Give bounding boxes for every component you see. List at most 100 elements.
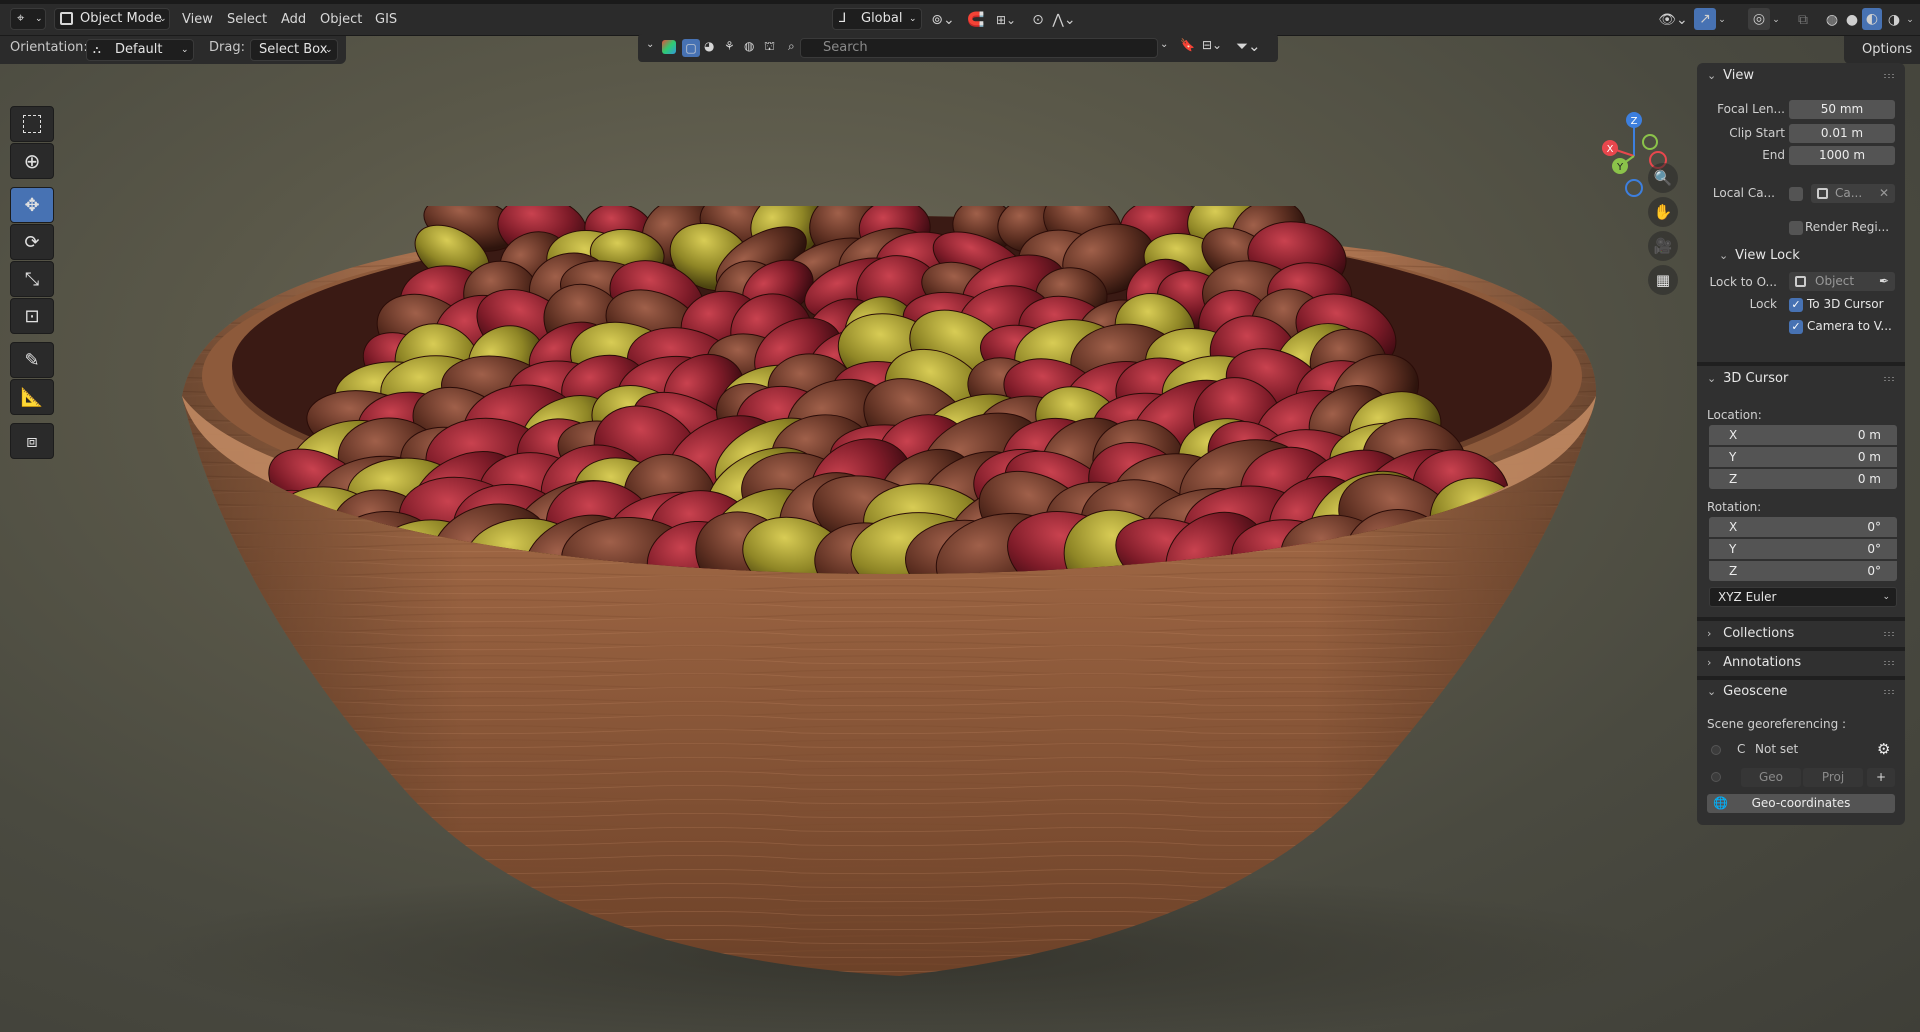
scale-tool[interactable]: ⤡ [10, 261, 54, 297]
snap-target-icon[interactable]: ⊞⌄ [988, 9, 1024, 31]
drag-grip-icon[interactable] [1883, 660, 1895, 666]
cursor-icon: ⊕ [23, 149, 41, 173]
plus-icon: + [1875, 770, 1887, 784]
rendered-shading-icon[interactable]: ◑ [1884, 9, 1904, 31]
location-x-field[interactable]: X 0 m [1709, 425, 1897, 445]
rotation-y-field[interactable]: Y 0° [1709, 539, 1897, 559]
wireframe-shading-icon[interactable]: ◍ [1822, 9, 1842, 31]
collections-panel-header[interactable]: › Collections [1697, 621, 1905, 647]
proj-button[interactable]: Proj [1803, 768, 1863, 787]
rotation-z-field[interactable]: Z 0° [1709, 561, 1897, 581]
camera-to-view-checkbox[interactable]: ✓ [1789, 320, 1803, 334]
solid-shading-icon[interactable]: ● [1842, 9, 1862, 31]
chevron-down-icon[interactable]: ⌄ [1904, 9, 1916, 31]
menu-object[interactable]: Object [316, 9, 366, 31]
geo-coordinates-button[interactable]: 🌐 Geo-coordinates [1707, 794, 1895, 813]
chevron-down-icon[interactable]: ⌄ [646, 39, 654, 50]
object-icon [1795, 276, 1806, 287]
crs-radio[interactable] [1711, 745, 1721, 755]
pivot-point-icon[interactable]: ⊚⌄ [928, 9, 958, 31]
snap-icon[interactable]: 🧲 [964, 9, 988, 31]
axis-value: 0 m [1857, 428, 1881, 442]
menu-view[interactable]: View [178, 9, 217, 31]
drag-grip-icon[interactable] [1883, 376, 1895, 382]
drag-grip-icon[interactable] [1883, 73, 1895, 79]
focal-length-field[interactable]: 50 mm [1789, 100, 1895, 119]
chevron-down-icon: ⌄ [35, 14, 43, 24]
options-button[interactable]: Options [1844, 36, 1920, 64]
geo-radio[interactable] [1711, 772, 1721, 782]
select-box-tool[interactable] [10, 106, 54, 142]
add-cube-tool[interactable]: ⧈ [10, 423, 54, 459]
brush-filter-icon[interactable]: ⚘ [724, 39, 735, 53]
material-preview-icon[interactable]: ◐ [1862, 8, 1882, 30]
layout-icon[interactable]: ⊟⌄ [1202, 38, 1222, 52]
gear-icon[interactable]: ⚙ [1877, 740, 1890, 758]
proportional-editing-icon[interactable]: ⊙ [1028, 9, 1048, 31]
pan-button[interactable]: ✋ [1648, 197, 1678, 227]
menu-add[interactable]: Add [277, 9, 310, 31]
rotation-x-field[interactable]: X 0° [1709, 517, 1897, 537]
location-z-field[interactable]: Z 0 m [1709, 469, 1897, 489]
camera-to-view-label: Camera to V... [1807, 319, 1892, 333]
chevron-down-icon[interactable]: ⌄ [1160, 39, 1168, 50]
menu-gis[interactable]: GIS [371, 9, 401, 31]
clear-x-icon[interactable]: ✕ [1879, 184, 1889, 203]
cursor-panel-header[interactable]: ⌄ 3D Cursor [1697, 366, 1905, 392]
perspective-toggle-button[interactable]: ▦ [1648, 265, 1678, 295]
add-crs-button[interactable]: + [1867, 768, 1895, 787]
local-camera-field[interactable]: Ca... ✕ [1811, 184, 1895, 203]
scene-filter-icon[interactable]: ⛫ [764, 39, 775, 55]
move-tool[interactable]: ✥ [10, 187, 54, 223]
object-filter-icon[interactable]: ▢ [682, 39, 700, 57]
render-region-label: Render Regi... [1805, 220, 1890, 234]
eyedropper-icon[interactable]: ✒ [1879, 272, 1889, 291]
transform-tool[interactable]: ⊡ [10, 298, 54, 334]
drag-grip-icon[interactable] [1883, 689, 1895, 695]
bookmark-icon[interactable]: 🔖 [1180, 38, 1195, 52]
color-cube-icon[interactable] [662, 40, 676, 54]
material-filter-icon[interactable]: ◕ [704, 39, 714, 53]
filter-icon[interactable]: ⏷⌄ [1236, 37, 1261, 55]
drag-dropdown[interactable]: Select Box ⌄ [250, 39, 338, 61]
select-box-icon [23, 115, 41, 133]
view-panel-header[interactable]: ⌄ View [1697, 63, 1905, 89]
3d-viewport[interactable]: ⊕ ✥ ⟳ ⤡ ⊡ ✎ 📐 ⧈ Z X Y 🔍 ✋ 🎥 ▦ [0, 36, 1920, 1032]
render-region-checkbox[interactable] [1789, 221, 1803, 235]
falloff-icon[interactable]: ⋀⌄ [1050, 9, 1078, 31]
annotate-tool[interactable]: ✎ [10, 342, 54, 378]
gizmo-toggle-icon[interactable]: ↗ [1694, 8, 1716, 30]
chevron-down-icon[interactable]: ⌄ [1770, 9, 1782, 31]
local-camera-checkbox[interactable] [1789, 187, 1803, 201]
rotate-tool[interactable]: ⟳ [10, 224, 54, 260]
editor-type-button[interactable]: ⌖ ⌄ [10, 8, 46, 30]
search-input[interactable]: Search [800, 38, 1158, 58]
geo-button[interactable]: Geo [1741, 768, 1801, 787]
visibility-icon[interactable]: 👁⌄ [1657, 9, 1689, 31]
cursor-tool[interactable]: ⊕ [10, 143, 54, 179]
geoscene-panel-header[interactable]: ⌄ Geoscene [1697, 679, 1905, 705]
location-y-field[interactable]: Y 0 m [1709, 447, 1897, 467]
transform-orientation-dropdown[interactable]: ⅃ Global ⌄ [832, 8, 922, 30]
view-lock-header[interactable]: ⌄ View Lock [1697, 243, 1905, 269]
overlays-icon[interactable]: ◎ [1748, 8, 1770, 30]
menu-select[interactable]: Select [223, 9, 271, 31]
xray-icon[interactable]: ⧉ [1793, 9, 1813, 31]
axis-label: X [1729, 428, 1738, 442]
rotation-mode-dropdown[interactable]: XYZ Euler ⌄ [1709, 587, 1897, 607]
lock-to-object-field[interactable]: Object ✒ [1789, 272, 1895, 291]
chevron-down-icon[interactable]: ⌄ [1716, 9, 1728, 31]
mode-dropdown[interactable]: Object Mode ⌄ [54, 8, 170, 30]
clip-end-field[interactable]: 1000 m [1789, 146, 1895, 165]
camera-view-button[interactable]: 🎥 [1648, 231, 1678, 261]
drag-grip-icon[interactable] [1883, 631, 1895, 637]
annotations-panel-header[interactable]: › Annotations [1697, 650, 1905, 676]
orientation-dropdown[interactable]: ⛬ Default ⌄ [86, 39, 194, 61]
zoom-button[interactable]: 🔍 [1648, 163, 1678, 193]
measure-tool[interactable]: 📐 [10, 379, 54, 415]
crs-value: Not set [1755, 742, 1799, 756]
world-filter-icon[interactable]: ◍ [744, 39, 754, 53]
to-3d-cursor-checkbox[interactable]: ✓ [1789, 298, 1803, 312]
clip-start-field[interactable]: 0.01 m [1789, 124, 1895, 143]
chevron-down-icon: ⌄ [909, 14, 917, 24]
